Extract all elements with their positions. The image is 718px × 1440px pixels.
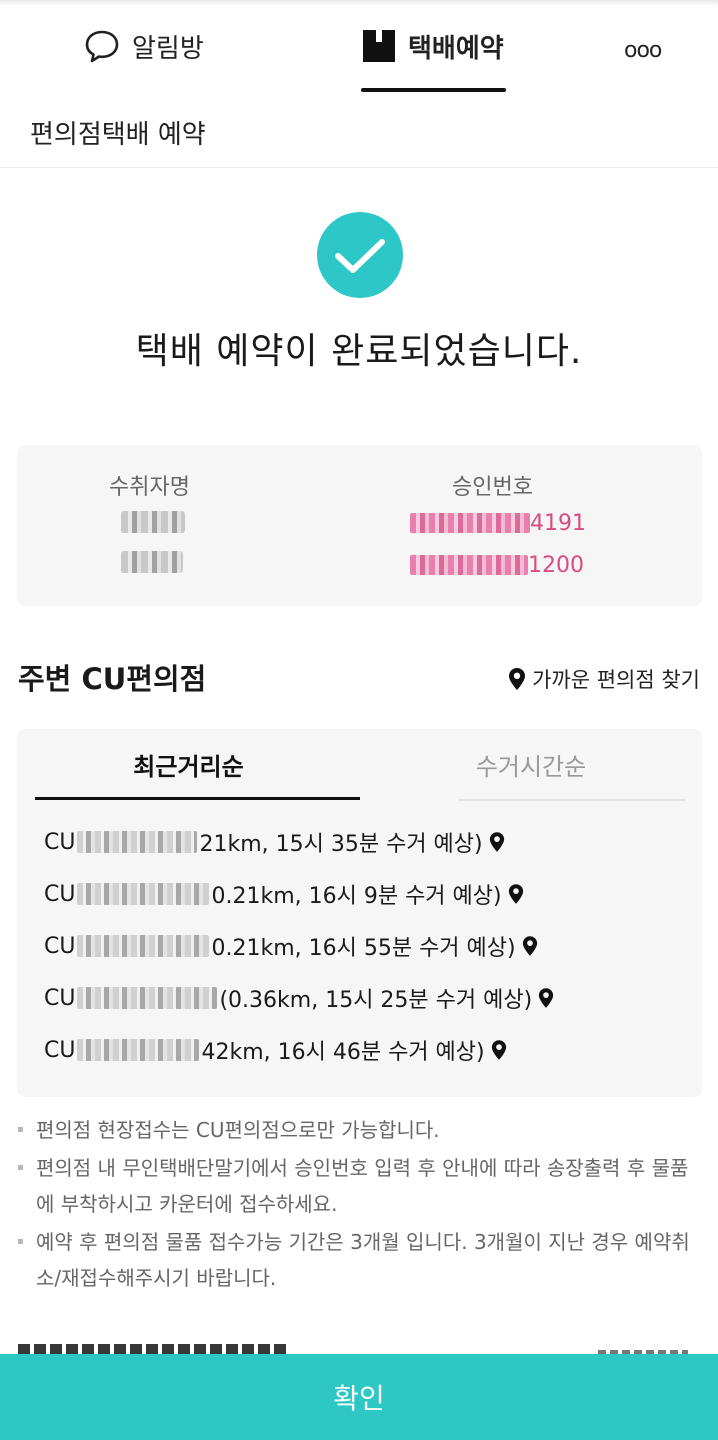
notice-item-2: 편의점 내 무인택배단말기에서 승인번호 입력 후 안내에 따라 송장출력 후 … — [18, 1150, 706, 1222]
store-item-5[interactable]: CU 42km, 16시 46분 수거 예상) — [44, 1033, 507, 1067]
tab-notification-room-label: 알림방 — [132, 33, 204, 64]
completion-message: 택배 예약이 완료되었습니다. — [135, 331, 583, 372]
reservation-info-box: 수취자명 승인번호 4191 1200 — [17, 445, 702, 606]
store-name-redacted — [77, 935, 210, 957]
confirm-button[interactable]: 확인 — [0, 1354, 718, 1440]
page-title: 편의점택배 예약 — [30, 120, 206, 150]
tab-parcel-reservation[interactable]: 택배예약 — [362, 26, 504, 66]
store-brand: CU — [44, 881, 76, 907]
approval-number-redacted-1 — [410, 513, 530, 533]
approval-number-suffix-1: 4191 — [530, 511, 586, 536]
approval-number-suffix-2: 1200 — [528, 553, 584, 578]
tab-notification-room[interactable]: 알림방 — [84, 26, 204, 66]
store-detail: 0.21km, 16시 9분 수거 예상) — [211, 884, 502, 909]
store-brand: CU — [44, 985, 76, 1011]
tab-more[interactable]: ooo — [624, 30, 662, 70]
store-list-box: 최근거리순 수거시간순 CU 21km, 15시 35분 수거 예상) CU 0… — [17, 729, 702, 1097]
location-pin-icon — [489, 832, 504, 852]
find-nearby-store-label: 가까운 편의점 찾기 — [532, 668, 700, 692]
nearby-stores-title: 주변 CU편의점 — [18, 662, 207, 696]
sort-tab-pickup-time[interactable]: 수거시간순 — [360, 747, 702, 787]
location-pin-icon — [509, 668, 526, 690]
recipient-name-redacted-2 — [121, 551, 183, 573]
tab-parcel-reservation-label: 택배예약 — [408, 33, 504, 64]
page-header: 편의점택배 예약 — [0, 94, 718, 168]
approval-number-header: 승인번호 — [452, 475, 533, 500]
store-detail: 21km, 15시 35분 수거 예상) — [199, 832, 483, 857]
chat-bubble-icon — [85, 30, 119, 63]
store-name-redacted — [77, 883, 210, 905]
active-tab-indicator — [361, 88, 506, 92]
store-brand: CU — [44, 933, 76, 959]
recipient-name-redacted-1 — [121, 511, 185, 533]
location-pin-icon — [522, 936, 537, 956]
success-check-icon — [317, 212, 403, 298]
approval-number-redacted-2 — [410, 555, 528, 575]
location-pin-icon — [508, 884, 523, 904]
notice-item-1: 편의점 현장접수는 CU편의점으로만 가능합니다. — [18, 1112, 706, 1148]
location-pin-icon — [539, 988, 554, 1008]
store-item-2[interactable]: CU 0.21km, 16시 9분 수거 예상) — [44, 877, 524, 911]
store-name-redacted — [77, 831, 198, 853]
store-item-1[interactable]: CU 21km, 15시 35분 수거 예상) — [44, 825, 505, 859]
sort-tab-distance[interactable]: 최근거리순 — [17, 747, 360, 787]
more-icon: ooo — [624, 37, 662, 63]
store-brand: CU — [44, 829, 76, 855]
store-item-4[interactable]: CU (0.36km, 15시 25분 수거 예상) — [44, 981, 554, 1015]
store-detail: (0.36km, 15시 25분 수거 예상) — [219, 988, 533, 1013]
store-detail: 42km, 16시 46분 수거 예상) — [201, 1040, 485, 1065]
parcel-box-icon — [363, 30, 395, 62]
store-name-redacted — [77, 987, 218, 1009]
store-detail: 0.21km, 16시 55분 수거 예상) — [211, 936, 516, 961]
top-tab-bar: 알림방 택배예약 ooo — [0, 0, 718, 94]
store-name-redacted — [77, 1039, 200, 1061]
find-nearby-store-button[interactable]: 가까운 편의점 찾기 — [508, 664, 700, 694]
location-pin-icon — [491, 1040, 506, 1060]
sort-tab-active-indicator — [35, 797, 360, 800]
store-item-3[interactable]: CU 0.21km, 16시 55분 수거 예상) — [44, 929, 538, 963]
recipient-name-header: 수취자명 — [109, 475, 190, 500]
notice-item-3: 예약 후 편의점 물품 접수가능 기간은 3개월 입니다. 3개월이 지난 경우… — [18, 1224, 706, 1296]
sort-tab-inactive-indicator — [459, 799, 685, 801]
store-brand: CU — [44, 1037, 76, 1063]
